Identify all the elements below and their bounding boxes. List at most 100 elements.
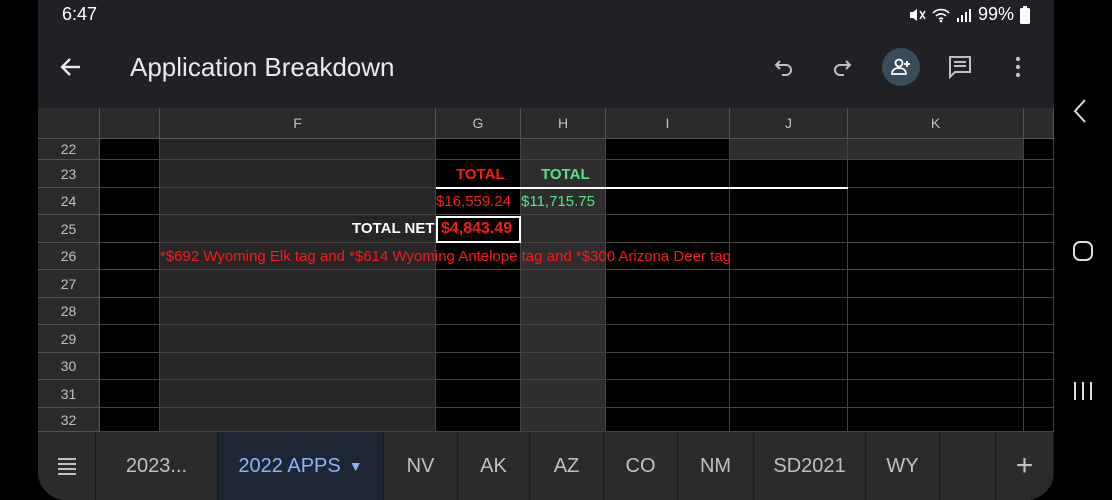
row-header-27[interactable]: 27 [38, 270, 100, 298]
grid-cell[interactable] [848, 408, 1024, 432]
comment-icon[interactable] [942, 49, 978, 85]
grid-cell[interactable] [1024, 243, 1054, 270]
sheet-tab-2023[interactable]: 2023... [96, 432, 218, 500]
grid-cell[interactable] [848, 298, 1024, 325]
grid-cell[interactable] [100, 188, 160, 215]
grid-cell[interactable] [606, 380, 730, 408]
cell-f26[interactable]: *$692 Wyoming Elk tag and *$614 Wyoming … [160, 248, 731, 265]
grid-cell[interactable] [1024, 408, 1054, 432]
grid-cell[interactable] [521, 215, 606, 243]
grid-cell[interactable] [606, 139, 730, 160]
share-add-person-icon[interactable] [882, 48, 920, 86]
column-header-l[interactable] [1024, 108, 1054, 139]
grid-cell[interactable] [730, 243, 848, 270]
sheet-tab-co[interactable]: CO [604, 432, 678, 500]
grid-cell[interactable] [160, 298, 436, 325]
grid-cell[interactable] [606, 160, 730, 188]
spreadsheet-grid[interactable]: F G H I J K 22 23 24 25 26 27 28 29 30 3… [38, 108, 1054, 432]
cell-g25[interactable]: $4,843.49 [441, 220, 512, 238]
row-header-29[interactable]: 29 [38, 325, 100, 353]
sheet-tab-nv[interactable]: NV [384, 432, 458, 500]
grid-cell[interactable] [606, 353, 730, 380]
grid-cell[interactable] [521, 139, 606, 160]
row-header-31[interactable]: 31 [38, 380, 100, 408]
grid-cell[interactable] [436, 353, 521, 380]
grid-cell[interactable] [160, 325, 436, 353]
grid-cell[interactable] [160, 188, 436, 215]
cell-h23[interactable]: TOTAL [541, 166, 590, 183]
grid-cell[interactable] [1024, 270, 1054, 298]
cell-g24[interactable]: $16,559.24 [436, 193, 511, 210]
grid-cell[interactable] [436, 380, 521, 408]
grid-cell[interactable] [1024, 139, 1054, 160]
column-header-e[interactable] [100, 108, 160, 139]
grid-cell[interactable] [1024, 188, 1054, 215]
grid-cell[interactable] [436, 270, 521, 298]
redo-icon[interactable] [824, 49, 860, 85]
cell-g23[interactable]: TOTAL [456, 166, 505, 183]
grid-cell[interactable] [100, 139, 160, 160]
grid-cell[interactable] [848, 139, 1024, 160]
grid-cell[interactable] [160, 408, 436, 432]
undo-icon[interactable] [766, 49, 802, 85]
grid-cell[interactable] [606, 325, 730, 353]
grid-cell[interactable] [730, 270, 848, 298]
sheet-tab-az[interactable]: AZ [530, 432, 604, 500]
grid-cell[interactable] [606, 270, 730, 298]
column-header-i[interactable]: I [606, 108, 730, 139]
sheet-tab-ak[interactable]: AK [458, 432, 530, 500]
grid-cell[interactable] [848, 188, 1024, 215]
grid-cell[interactable] [730, 380, 848, 408]
grid-cell[interactable] [730, 408, 848, 432]
grid-cell[interactable] [730, 188, 848, 215]
grid-cell[interactable] [730, 139, 848, 160]
sheet-tab-wy[interactable]: WY [866, 432, 940, 500]
cell-f25[interactable]: TOTAL NET [352, 220, 435, 237]
grid-cell[interactable] [521, 353, 606, 380]
grid-cell[interactable] [730, 353, 848, 380]
grid-cell[interactable] [100, 298, 160, 325]
grid-cell[interactable] [606, 215, 730, 243]
grid-cell[interactable] [848, 380, 1024, 408]
grid-cell[interactable] [100, 408, 160, 432]
grid-cell[interactable] [160, 160, 436, 188]
grid-cell[interactable] [160, 270, 436, 298]
grid-cell[interactable] [848, 215, 1024, 243]
cell-h24[interactable]: $11,715.75 [521, 193, 595, 210]
grid-cell[interactable] [160, 353, 436, 380]
select-all-corner[interactable] [38, 108, 100, 139]
grid-cell[interactable] [521, 325, 606, 353]
grid-cell[interactable] [730, 215, 848, 243]
more-vert-icon[interactable] [1000, 49, 1036, 85]
grid-cell[interactable] [1024, 325, 1054, 353]
back-arrow-icon[interactable] [58, 54, 84, 85]
grid-cell[interactable] [436, 298, 521, 325]
row-header-28[interactable]: 28 [38, 298, 100, 325]
grid-cell[interactable] [1024, 215, 1054, 243]
add-sheet-icon[interactable]: + [996, 432, 1054, 500]
grid-cell[interactable] [160, 380, 436, 408]
grid-cell[interactable] [1024, 353, 1054, 380]
grid-cell[interactable] [100, 243, 160, 270]
nav-recents-icon[interactable] [1072, 380, 1094, 407]
grid-cell[interactable] [730, 325, 848, 353]
grid-cell[interactable] [848, 160, 1024, 188]
column-header-j[interactable]: J [730, 108, 848, 139]
sheet-tab-2022-apps[interactable]: 2022 APPS ▼ [218, 432, 384, 500]
grid-cell[interactable] [100, 160, 160, 188]
row-header-25[interactable]: 25 [38, 215, 100, 243]
grid-cell[interactable] [848, 353, 1024, 380]
grid-cell[interactable] [100, 380, 160, 408]
grid-cell[interactable] [730, 298, 848, 325]
column-header-f[interactable]: F [160, 108, 436, 139]
column-header-g[interactable]: G [436, 108, 521, 139]
sheet-tab-sd2021[interactable]: SD2021 [754, 432, 866, 500]
grid-cell[interactable] [848, 243, 1024, 270]
grid-cell[interactable] [730, 160, 848, 188]
row-header-24[interactable]: 24 [38, 188, 100, 215]
grid-cell[interactable] [521, 270, 606, 298]
grid-cell[interactable] [521, 298, 606, 325]
grid-cell[interactable] [100, 353, 160, 380]
grid-cell[interactable] [100, 270, 160, 298]
row-header-30[interactable]: 30 [38, 353, 100, 380]
